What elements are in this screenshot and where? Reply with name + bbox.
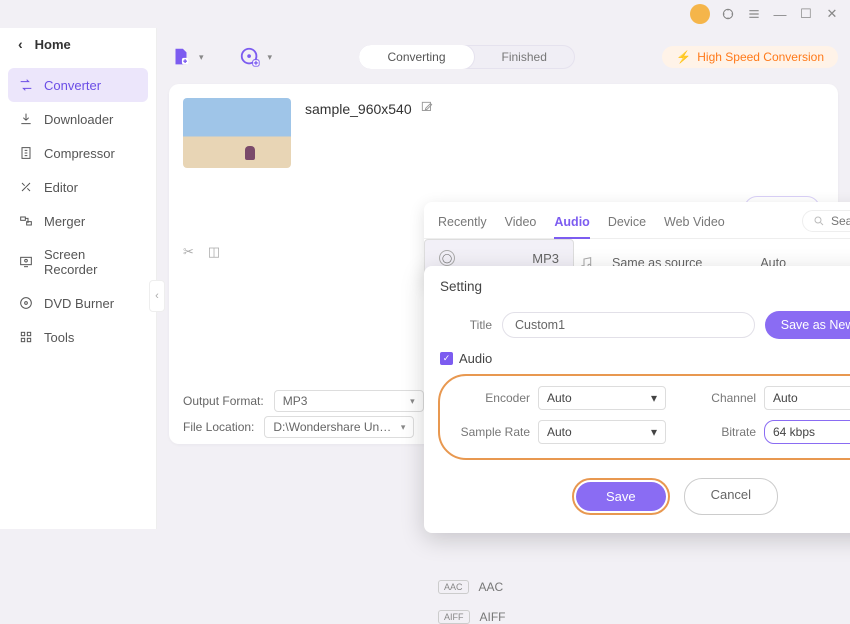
hsc-label: High Speed Conversion xyxy=(697,50,824,64)
editor-icon xyxy=(18,179,34,195)
format-label: AIFF xyxy=(480,610,506,624)
tab-device[interactable]: Device xyxy=(608,211,646,237)
setting-modal: Setting ✕ Title Custom1 Save as New Pres… xyxy=(424,266,850,533)
sidebar-item-merger[interactable]: Merger xyxy=(8,204,148,238)
bitrate-select[interactable]: 64 kbps▾ xyxy=(764,420,850,444)
sample-rate-label: Sample Rate xyxy=(458,425,530,439)
format-label: AAC xyxy=(479,580,504,594)
sidebar-item-label: Compressor xyxy=(44,146,115,161)
tab-audio[interactable]: Audio xyxy=(554,211,589,239)
modal-title: Setting xyxy=(440,279,482,294)
home-label: Home xyxy=(35,37,71,52)
tab-recently[interactable]: Recently xyxy=(438,211,487,237)
format-aiff[interactable]: AIFF AIFF xyxy=(438,610,506,624)
sidebar-item-dvd-burner[interactable]: DVD Burner xyxy=(8,286,148,320)
minimize-button[interactable]: — xyxy=(772,6,788,22)
sidebar-item-label: Editor xyxy=(44,180,78,195)
edit-tools: ✂ ◫ xyxy=(183,244,220,260)
sample-rate-select[interactable]: Auto▾ xyxy=(538,420,666,444)
title-label: Title xyxy=(440,318,492,332)
avatar[interactable] xyxy=(690,4,710,24)
save-as-new-preset-button[interactable]: Save as New Preset xyxy=(765,311,850,339)
audio-checkbox[interactable]: ✓ xyxy=(440,352,453,365)
high-speed-conversion-badge[interactable]: ⚡ High Speed Conversion xyxy=(662,46,838,68)
add-file-button[interactable] xyxy=(169,45,193,69)
title-input[interactable]: Custom1 xyxy=(502,312,755,338)
sidebar-item-label: DVD Burner xyxy=(44,296,114,311)
sidebar-item-label: Downloader xyxy=(44,112,113,127)
sidebar-item-label: Converter xyxy=(44,78,101,93)
converter-icon xyxy=(18,77,34,93)
merger-icon xyxy=(18,213,34,229)
support-icon[interactable] xyxy=(720,6,736,22)
titlebar: — ☐ ✕ xyxy=(0,0,850,28)
file-location-label: File Location: xyxy=(183,420,254,434)
tab-finished[interactable]: Finished xyxy=(474,45,575,69)
chevron-down-icon[interactable]: ▾ xyxy=(199,52,204,63)
status-segmented: Converting Finished xyxy=(359,45,574,69)
main-area: ▾ ▾ Converting Finished ⚡ High Speed Con… xyxy=(157,28,850,529)
output-format-label: Output Format: xyxy=(183,394,264,408)
format-aac[interactable]: AAC AAC xyxy=(438,580,503,594)
format-badge: AAC xyxy=(438,580,469,594)
sidebar-item-tools[interactable]: Tools xyxy=(8,320,148,354)
encoder-label: Encoder xyxy=(458,391,530,405)
tab-video[interactable]: Video xyxy=(505,211,537,237)
sidebar-item-screen-recorder[interactable]: Screen Recorder xyxy=(8,238,148,286)
save-button[interactable]: Save xyxy=(576,482,666,511)
format-badge: AIFF xyxy=(438,610,470,624)
save-highlight: Save xyxy=(572,478,670,515)
downloader-icon xyxy=(18,111,34,127)
screen-recorder-icon xyxy=(18,254,34,270)
bitrate-label: Bitrate xyxy=(684,425,756,439)
sidebar: ‹ Home Converter Downloader Compressor E… xyxy=(0,28,157,529)
channel-label: Channel xyxy=(684,391,756,405)
output-format-select[interactable]: MP3▾ xyxy=(274,390,424,412)
bolt-icon: ⚡ xyxy=(676,50,691,64)
dvd-burner-icon xyxy=(18,295,34,311)
maximize-button[interactable]: ☐ xyxy=(798,6,814,22)
video-thumbnail[interactable] xyxy=(183,98,291,168)
tab-web-video[interactable]: Web Video xyxy=(664,211,725,237)
audio-section-label: Audio xyxy=(459,351,492,366)
format-label: MP3 xyxy=(532,251,559,266)
toolbar: ▾ ▾ Converting Finished ⚡ High Speed Con… xyxy=(169,36,838,78)
chevron-left-icon: ‹ xyxy=(18,36,23,52)
scissors-icon[interactable]: ✂ xyxy=(183,244,194,260)
sidebar-item-label: Screen Recorder xyxy=(44,247,138,277)
channel-select[interactable]: Auto▾ xyxy=(764,386,850,410)
sidebar-item-downloader[interactable]: Downloader xyxy=(8,102,148,136)
sidebar-item-converter[interactable]: Converter xyxy=(8,68,148,102)
file-name: sample_960x540 xyxy=(305,101,412,117)
file-card: sample_960x540 ✂ ◫ Convert Recently Vide… xyxy=(169,84,838,444)
sidebar-item-label: Tools xyxy=(44,330,74,345)
tab-converting[interactable]: Converting xyxy=(359,45,473,69)
close-button[interactable]: ✕ xyxy=(824,6,840,22)
profile-search[interactable] xyxy=(802,210,850,232)
chevron-down-icon[interactable]: ▾ xyxy=(268,52,273,63)
profile-search-input[interactable] xyxy=(831,214,850,228)
encoder-select[interactable]: Auto▾ xyxy=(538,386,666,410)
home-link[interactable]: ‹ Home xyxy=(0,28,156,64)
disc-icon: ◯ xyxy=(439,250,455,266)
menu-icon[interactable] xyxy=(746,6,762,22)
crop-icon[interactable]: ◫ xyxy=(208,244,220,260)
file-location-select[interactable]: D:\Wondershare UniConverter 1▾ xyxy=(264,416,414,438)
rename-icon[interactable] xyxy=(420,100,434,117)
tools-icon xyxy=(18,329,34,345)
sidebar-item-label: Merger xyxy=(44,214,85,229)
sidebar-item-editor[interactable]: Editor xyxy=(8,170,148,204)
search-icon xyxy=(813,215,825,227)
compressor-icon xyxy=(18,145,34,161)
sidebar-item-compressor[interactable]: Compressor xyxy=(8,136,148,170)
audio-settings-highlight: Encoder Auto▾ Channel Auto▾ Sample Rate … xyxy=(438,374,850,460)
add-from-device-button[interactable] xyxy=(238,45,262,69)
cancel-button[interactable]: Cancel xyxy=(684,478,778,515)
